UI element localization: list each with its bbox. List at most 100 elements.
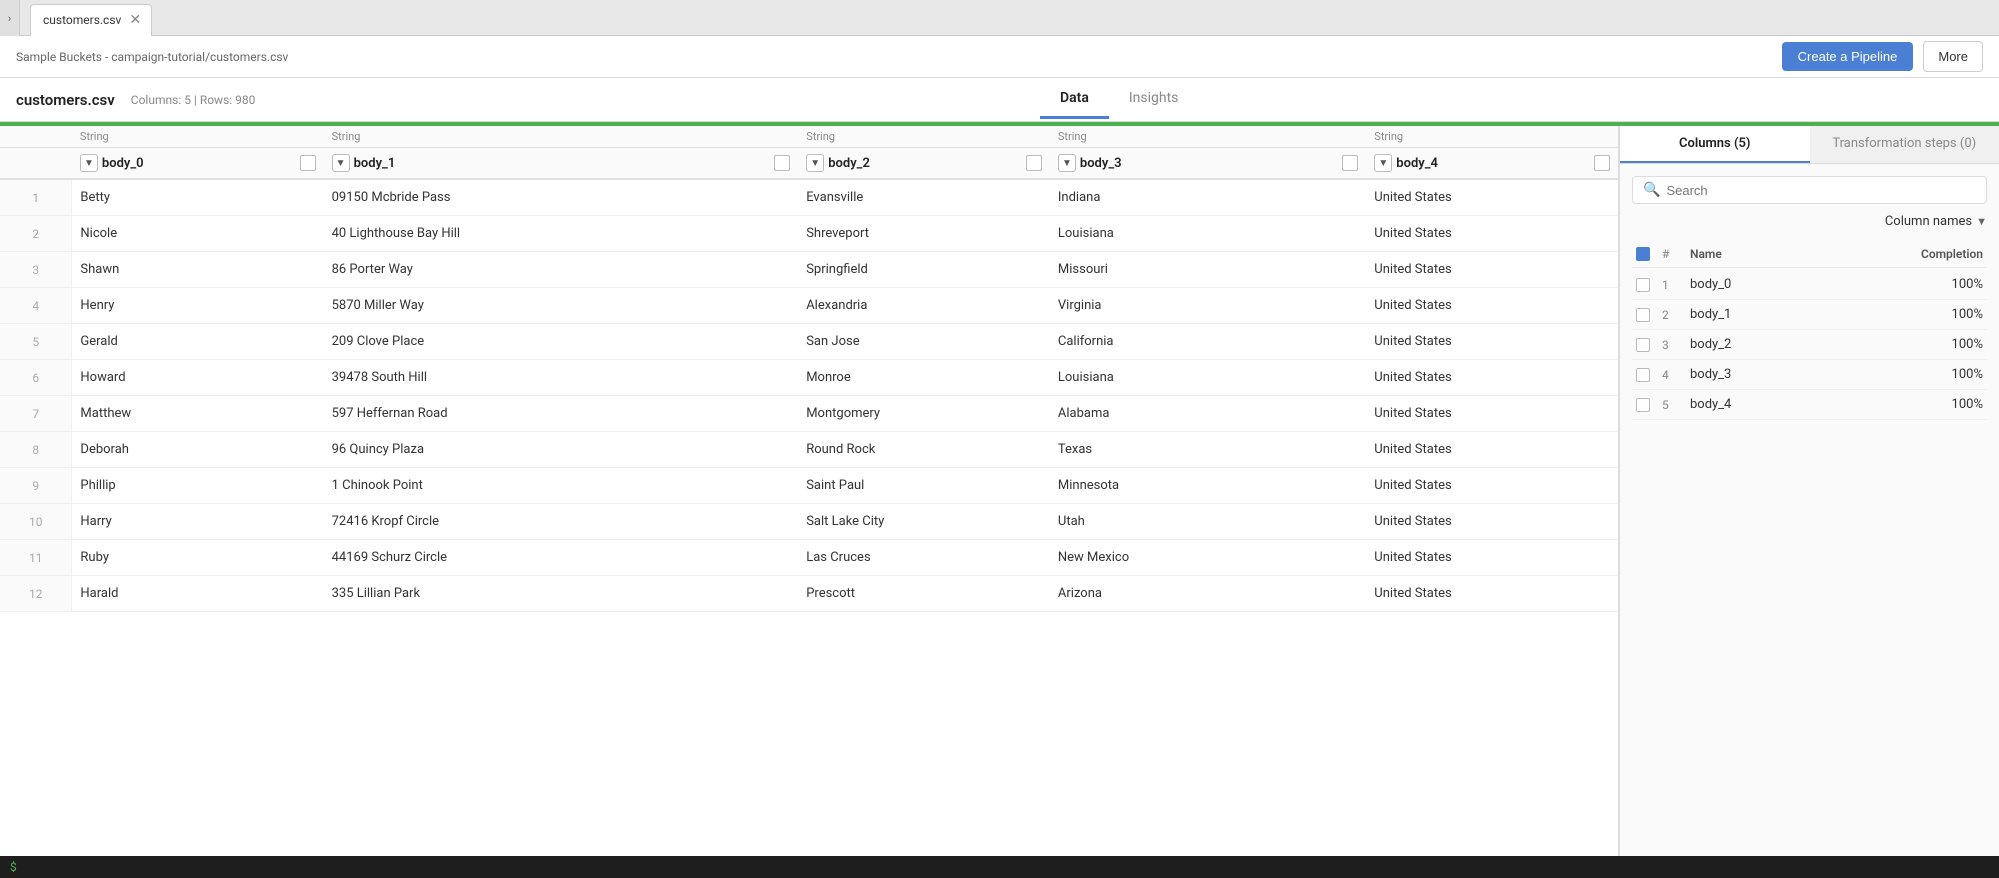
tab-label: customers.csv — [43, 13, 121, 27]
cell-body3: Louisiana — [1050, 360, 1366, 396]
col1-name: body_1 — [354, 156, 396, 171]
cell-body2: Las Cruces — [798, 540, 1050, 576]
right-panel-tab-columns[interactable]: Columns (5) — [1620, 126, 1810, 163]
app-container: › customers.csv ✕ Sample Buckets - campa… — [0, 0, 1999, 878]
col-header-row: ▼ body_0 ▼ body_1 — [0, 148, 1618, 180]
cell-body1: 39478 South Hill — [324, 360, 799, 396]
col-num: 4 — [1662, 368, 1682, 382]
search-box-wrap: 🔍 — [1632, 176, 1987, 204]
col-names-dropdown[interactable]: Column names ▼ — [1632, 214, 1987, 229]
cell-body3: Virginia — [1050, 288, 1366, 324]
table-row: 9 Phillip 1 Chinook Point Saint Paul Min… — [0, 468, 1618, 504]
col-checkbox[interactable] — [1636, 308, 1650, 322]
cell-body0: Betty — [72, 179, 324, 216]
cell-body1: 44169 Schurz Circle — [324, 540, 799, 576]
toolbar-right: Create a Pipeline More — [1782, 41, 1983, 72]
col1-header: ▼ body_1 — [324, 148, 799, 180]
cell-body1: 09150 Mcbride Pass — [324, 179, 799, 216]
list-item: 5 body_4 100% — [1632, 390, 1987, 420]
search-input[interactable] — [1666, 183, 1976, 198]
col3-dropdown-button[interactable]: ▼ — [1058, 154, 1076, 172]
col3-select-checkbox[interactable] — [1342, 155, 1358, 171]
cell-body1: 597 Heffernan Road — [324, 396, 799, 432]
cell-body1: 209 Clove Place — [324, 324, 799, 360]
col4-dropdown-button[interactable]: ▼ — [1374, 154, 1392, 172]
col2-name: body_2 — [828, 156, 870, 171]
cell-body3: Minnesota — [1050, 468, 1366, 504]
row-num-cell: 1 — [0, 179, 72, 216]
cell-body0: Howard — [72, 360, 324, 396]
col-names-label: Column names — [1885, 214, 1972, 229]
cell-body2: Alexandria — [798, 288, 1050, 324]
col2-header: ▼ body_2 — [798, 148, 1050, 180]
cell-body0: Ruby — [72, 540, 324, 576]
tab-data[interactable]: Data — [1040, 80, 1109, 119]
search-icon: 🔍 — [1643, 182, 1660, 198]
row-num-cell: 10 — [0, 504, 72, 540]
status-bar: $ — [0, 856, 1999, 878]
right-panel-tab-transformation[interactable]: Transformation steps (0) — [1810, 126, 1999, 163]
tab-close-button[interactable]: ✕ — [129, 13, 141, 27]
row-num-type-header — [0, 126, 72, 148]
cell-body4: United States — [1366, 504, 1618, 540]
table-row: 12 Harald 335 Lillian Park Prescott Ariz… — [0, 576, 1618, 612]
col0-header: ▼ body_0 — [72, 148, 324, 180]
col1-select-checkbox[interactable] — [774, 155, 790, 171]
col-completion: 100% — [1952, 367, 1983, 382]
tab-insights[interactable]: Insights — [1109, 80, 1199, 119]
cell-body3: Arizona — [1050, 576, 1366, 612]
main-content: String String String String String ▼ bod… — [0, 126, 1999, 856]
cell-body3: California — [1050, 324, 1366, 360]
tab-customers-csv[interactable]: customers.csv ✕ — [30, 4, 152, 36]
row-num-cell: 11 — [0, 540, 72, 576]
col2-select-checkbox[interactable] — [1026, 155, 1042, 171]
cell-body3: Utah — [1050, 504, 1366, 540]
data-table: String String String String String ▼ bod… — [0, 126, 1618, 612]
more-button[interactable]: More — [1923, 41, 1983, 72]
cell-body4: United States — [1366, 324, 1618, 360]
table-area[interactable]: String String String String String ▼ bod… — [0, 126, 1619, 856]
row-num-cell: 6 — [0, 360, 72, 396]
row-num-cell: 5 — [0, 324, 72, 360]
col-checkbox[interactable] — [1636, 398, 1650, 412]
cell-body4: United States — [1366, 360, 1618, 396]
cell-body4: United States — [1366, 396, 1618, 432]
col-checkbox[interactable] — [1636, 368, 1650, 382]
col1-dropdown-button[interactable]: ▼ — [332, 154, 350, 172]
type-row: String String String String String — [0, 126, 1618, 148]
cell-body4: United States — [1366, 540, 1618, 576]
cell-body2: Shreveport — [798, 216, 1050, 252]
col2-dropdown-button[interactable]: ▼ — [806, 154, 824, 172]
col0-dropdown-button[interactable]: ▼ — [80, 154, 98, 172]
table-row: 11 Ruby 44169 Schurz Circle Las Cruces N… — [0, 540, 1618, 576]
col-checkbox[interactable] — [1636, 338, 1650, 352]
table-row: 5 Gerald 209 Clove Place San Jose Califo… — [0, 324, 1618, 360]
col1-type: String — [324, 126, 799, 148]
cell-body2: Salt Lake City — [798, 504, 1050, 540]
cell-body4: United States — [1366, 432, 1618, 468]
sidebar-collapse-button[interactable]: › — [0, 0, 20, 36]
cell-body2: Evansville — [798, 179, 1050, 216]
cell-body2: Monroe — [798, 360, 1050, 396]
cell-body2: Springfield — [798, 252, 1050, 288]
table-row: 7 Matthew 597 Heffernan Road Montgomery … — [0, 396, 1618, 432]
col0-name: body_0 — [102, 156, 144, 171]
row-num-cell: 7 — [0, 396, 72, 432]
select-all-checkbox[interactable] — [1636, 247, 1650, 261]
status-bar-text: $ — [10, 860, 17, 874]
cell-body3: Louisiana — [1050, 216, 1366, 252]
col4-header: ▼ body_4 — [1366, 148, 1618, 180]
col0-select-checkbox[interactable] — [300, 155, 316, 171]
cell-body4: United States — [1366, 252, 1618, 288]
col4-select-checkbox[interactable] — [1594, 155, 1610, 171]
table-row: 4 Henry 5870 Miller Way Alexandria Virgi… — [0, 288, 1618, 324]
right-panel: Columns (5) Transformation steps (0) 🔍 C… — [1619, 126, 1999, 856]
cell-body2: Saint Paul — [798, 468, 1050, 504]
cell-body1: 1 Chinook Point — [324, 468, 799, 504]
create-pipeline-button[interactable]: Create a Pipeline — [1782, 42, 1914, 71]
row-num-col-header — [0, 148, 72, 180]
file-info-bar: customers.csv Columns: 5 | Rows: 980 Dat… — [0, 78, 1999, 122]
cell-body3: Indiana — [1050, 179, 1366, 216]
col-checkbox[interactable] — [1636, 278, 1650, 292]
col-completion: 100% — [1952, 277, 1983, 292]
